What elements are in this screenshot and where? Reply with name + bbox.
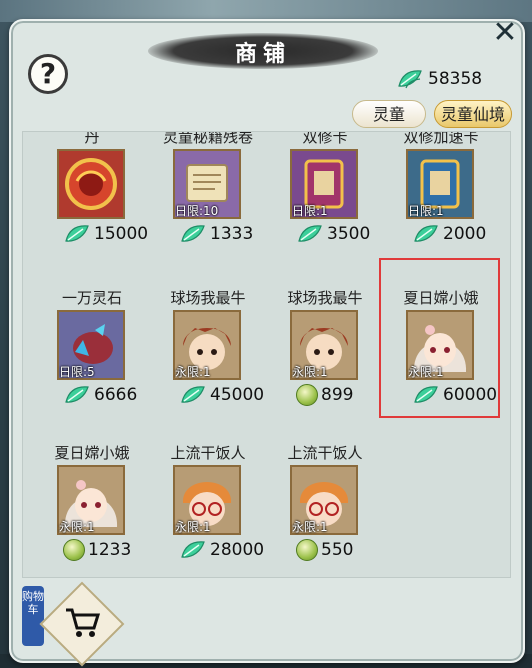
- currency-balance: 58358: [396, 66, 482, 92]
- cart-label: 购物车: [22, 586, 44, 646]
- item-price: 3500: [296, 222, 370, 246]
- jade-leaf-icon: [398, 70, 422, 89]
- price-value: 28000: [210, 540, 265, 560]
- cart-icon: [66, 608, 101, 637]
- selection-highlight: [379, 258, 500, 418]
- red-pill-icon: [57, 149, 125, 219]
- item-name: 球场我最牛: [170, 289, 246, 307]
- item-limit: 日限:1: [292, 204, 328, 218]
- item-limit: 永限:1: [292, 365, 328, 379]
- item-name: 上流干饭人: [170, 444, 246, 462]
- price-value: 2000: [443, 224, 487, 244]
- item-name: 丹: [84, 131, 100, 146]
- tab-lingtong[interactable]: 灵童: [352, 100, 426, 128]
- price-value: 899: [321, 385, 354, 405]
- item-price: 899: [296, 383, 353, 407]
- shop-item[interactable]: 双修卡 日限:1 3500: [266, 131, 384, 276]
- page-title: 商铺: [234, 41, 291, 67]
- currency-value: 58358: [428, 69, 483, 89]
- jade-leaf-icon: [181, 541, 205, 558]
- shop-item[interactable]: 上流干饭人 永限:1 28000: [149, 442, 267, 577]
- price-value: 6666: [94, 385, 138, 405]
- item-price: 28000: [179, 538, 264, 562]
- item-limit: 日限:10: [175, 204, 219, 218]
- item-limit: 日限:1: [408, 204, 444, 218]
- item-name: 灵童秘籍残卷: [162, 131, 253, 146]
- item-limit: 永限:1: [59, 520, 95, 534]
- item-name: 一万灵石: [61, 289, 122, 307]
- jade-leaf-icon: [298, 225, 322, 242]
- shop-item[interactable]: 灵童秘籍残卷 日限:10 1333: [149, 131, 267, 276]
- shop-item[interactable]: 上流干饭人 永限:1 550: [266, 442, 384, 577]
- item-name: 夏日嫦小娥: [54, 444, 130, 462]
- item-limit: 永限:1: [175, 520, 211, 534]
- shop-item[interactable]: 球场我最牛 永限:1 899: [266, 287, 384, 437]
- price-value: 1233: [88, 540, 132, 560]
- shop-item[interactable]: 双修加速卡 日限:1 2000: [382, 131, 500, 276]
- price-value: 1333: [210, 224, 254, 244]
- item-price: 45000: [179, 383, 264, 407]
- jade-leaf-icon: [65, 386, 89, 403]
- jade-leaf-icon: [65, 225, 89, 242]
- shopping-cart-button[interactable]: 购物车: [22, 581, 125, 667]
- item-limit: 永限:1: [292, 520, 328, 534]
- jade-leaf-icon: [181, 386, 205, 403]
- shop-item[interactable]: 球场我最牛 永限:1 45000: [149, 287, 267, 437]
- item-price: 2000: [412, 222, 486, 246]
- item-name: 球场我最牛: [287, 289, 363, 307]
- item-limit: 永限:1: [175, 365, 211, 379]
- item-name: 双修加速卡: [403, 131, 479, 146]
- coin-icon: [296, 384, 318, 406]
- price-value: 3500: [327, 224, 371, 244]
- coin-icon: [63, 539, 85, 561]
- item-price: 550: [296, 538, 353, 562]
- item-price: 1233: [63, 538, 131, 562]
- item-price: 1333: [179, 222, 253, 246]
- tab-lingtong-xianjing[interactable]: 灵童仙境: [434, 100, 512, 128]
- shop-item[interactable]: 丹 15000: [33, 131, 151, 276]
- price-value: 15000: [94, 224, 149, 244]
- close-button[interactable]: ✕: [490, 18, 520, 48]
- item-name: 双修卡: [302, 131, 348, 146]
- shop-item[interactable]: 一万灵石 日限:5 6666: [33, 287, 151, 437]
- price-value: 550: [321, 540, 354, 560]
- help-button[interactable]: ?: [28, 54, 68, 94]
- price-value: 45000: [210, 385, 265, 405]
- item-price: 6666: [63, 383, 137, 407]
- shop-item[interactable]: 夏日嫦小娥 永限:1 1233: [33, 442, 151, 577]
- item-name: 上流干饭人: [287, 444, 363, 462]
- item-limit: 日限:5: [59, 365, 95, 379]
- coin-icon: [296, 539, 318, 561]
- jade-leaf-icon: [181, 225, 205, 242]
- jade-leaf-icon: [414, 225, 438, 242]
- item-price: 15000: [63, 222, 148, 246]
